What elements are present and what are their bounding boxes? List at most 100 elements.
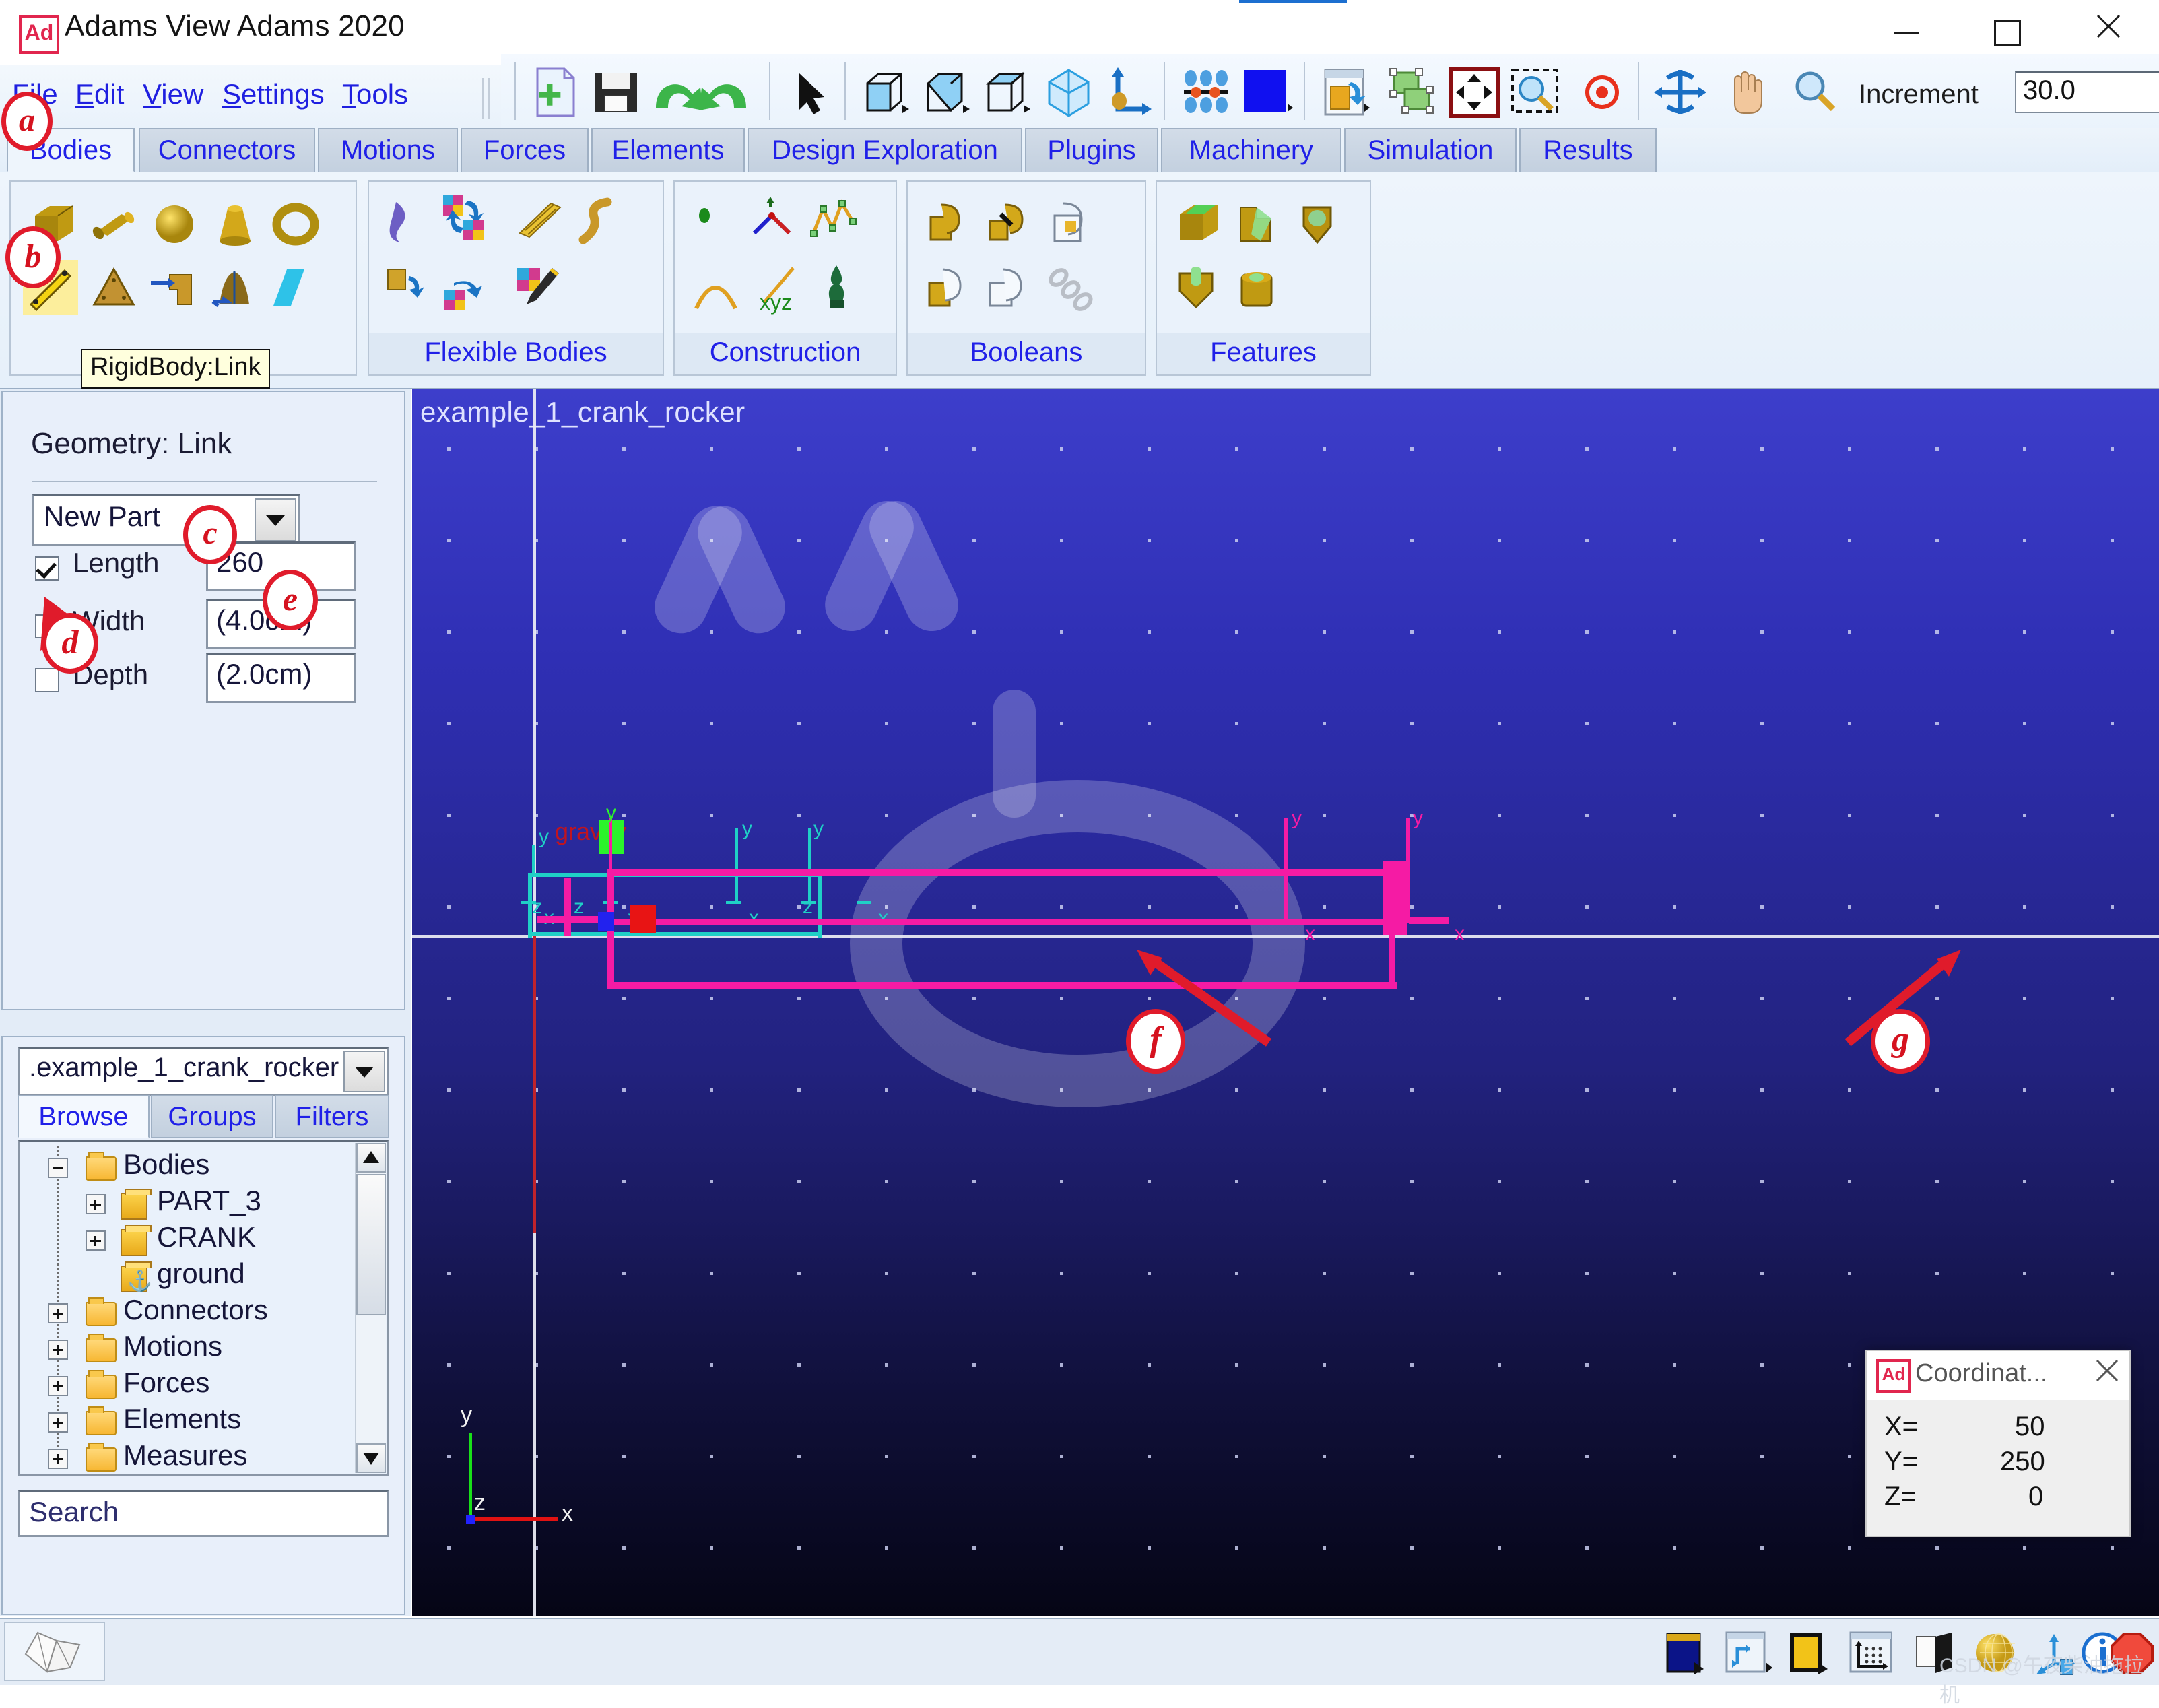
tree-scrollbar[interactable] bbox=[355, 1143, 386, 1473]
tab-results[interactable]: Results bbox=[1519, 128, 1657, 172]
tab-motions[interactable]: Motions bbox=[318, 128, 458, 172]
fillet-icon[interactable] bbox=[1234, 198, 1284, 248]
depth-input[interactable]: (2.0cm) bbox=[206, 653, 356, 703]
model-select-combo[interactable]: .example_1_crank_rocker bbox=[18, 1047, 389, 1096]
flex-spline-icon[interactable] bbox=[575, 197, 625, 247]
subtract-icon[interactable] bbox=[985, 264, 1034, 314]
new-file-icon[interactable] bbox=[529, 66, 582, 119]
shaded-geometry-icon[interactable] bbox=[4, 1622, 105, 1681]
csys-icon[interactable]: xyz bbox=[752, 265, 801, 315]
merge-icon[interactable] bbox=[985, 198, 1034, 248]
render-points-icon[interactable] bbox=[1180, 66, 1232, 119]
scroll-down-arrow[interactable] bbox=[356, 1443, 386, 1473]
menu-view[interactable]: View bbox=[143, 78, 203, 110]
model-tree-list[interactable]: Bodies PART_3 CRANK ⚓ ground Connectors … bbox=[18, 1140, 389, 1476]
tab-filters[interactable]: Filters bbox=[275, 1095, 389, 1138]
plane-icon[interactable] bbox=[271, 263, 321, 313]
tab-forces[interactable]: Forces bbox=[461, 128, 589, 172]
tab-elements[interactable]: Elements bbox=[591, 128, 745, 172]
tab-browse[interactable]: Browse bbox=[18, 1095, 150, 1138]
select-arrow-icon[interactable] bbox=[784, 66, 836, 119]
center-target-icon[interactable] bbox=[1576, 66, 1628, 119]
view-iso-icon[interactable] bbox=[1042, 66, 1095, 119]
spline-icon[interactable] bbox=[808, 194, 858, 244]
arc-icon[interactable] bbox=[691, 265, 741, 315]
chevron-down-icon[interactable] bbox=[255, 498, 296, 541]
marker-point-icon[interactable] bbox=[691, 199, 741, 249]
scroll-up-arrow[interactable] bbox=[356, 1143, 386, 1173]
flex-body-icon[interactable] bbox=[384, 197, 434, 247]
chamfer-icon[interactable] bbox=[1173, 198, 1223, 248]
chevron-down-icon[interactable] bbox=[343, 1051, 385, 1092]
extrusion-icon[interactable] bbox=[150, 263, 199, 313]
tab-design-exploration[interactable]: Design Exploration bbox=[748, 128, 1022, 172]
expand-icon[interactable] bbox=[48, 1449, 68, 1469]
rigid-to-flex-icon[interactable] bbox=[440, 193, 490, 242]
expand-icon[interactable] bbox=[86, 1230, 106, 1251]
torus-icon[interactable] bbox=[271, 199, 321, 249]
menu-settings[interactable]: Settings bbox=[222, 78, 325, 110]
menu-edit[interactable]: Edit bbox=[75, 78, 124, 110]
copy-objects-icon[interactable] bbox=[1387, 66, 1440, 119]
undo-redo-icon[interactable] bbox=[651, 66, 752, 119]
part-select-combo[interactable]: New Part bbox=[32, 494, 300, 546]
boss-icon[interactable] bbox=[1234, 264, 1284, 314]
translate-icon[interactable] bbox=[1448, 66, 1500, 119]
view-orient-icon[interactable] bbox=[1103, 66, 1156, 119]
tab-simulation[interactable]: Simulation bbox=[1344, 128, 1517, 172]
expand-icon[interactable] bbox=[48, 1340, 68, 1360]
increment-input[interactable]: 30.0 bbox=[2015, 71, 2159, 113]
ribbon-group-booleans: Booleans bbox=[906, 180, 1146, 376]
grid-icon[interactable] bbox=[1848, 1630, 1896, 1676]
zoom-box-icon[interactable] bbox=[1508, 66, 1561, 119]
toolbar-drag-handle[interactable] bbox=[482, 78, 490, 119]
pan-hand-icon[interactable] bbox=[1721, 66, 1774, 119]
view-side-icon[interactable] bbox=[921, 66, 974, 119]
flex-edit-icon[interactable] bbox=[514, 264, 564, 314]
tab-machinery[interactable]: Machinery bbox=[1161, 128, 1341, 172]
marker-display-icon[interactable] bbox=[1724, 1630, 1772, 1676]
save-icon[interactable] bbox=[590, 66, 642, 119]
revolution-icon[interactable] bbox=[210, 263, 260, 313]
sphere-icon[interactable] bbox=[150, 199, 199, 249]
expand-icon[interactable] bbox=[48, 1412, 68, 1433]
tab-plugins[interactable]: Plugins bbox=[1025, 128, 1158, 172]
discrete-flex-icon[interactable] bbox=[384, 264, 434, 314]
close-icon[interactable] bbox=[2094, 1358, 2120, 1390]
folder-icon bbox=[86, 1334, 117, 1362]
polyline-icon[interactable] bbox=[748, 195, 797, 245]
geometry-panel-title: Geometry: Link bbox=[31, 427, 232, 460]
expand-icon[interactable] bbox=[48, 1376, 68, 1396]
zoom-icon[interactable] bbox=[1789, 66, 1841, 119]
tab-connectors[interactable]: Connectors bbox=[139, 128, 315, 172]
flex-beam-icon[interactable] bbox=[514, 197, 564, 247]
scroll-thumb[interactable] bbox=[356, 1174, 386, 1315]
cylinder-icon[interactable] bbox=[89, 199, 139, 249]
background-color-icon[interactable] bbox=[1240, 66, 1293, 119]
unite-icon[interactable] bbox=[924, 198, 974, 248]
intersect-icon[interactable] bbox=[1045, 198, 1095, 248]
frustum-icon[interactable] bbox=[210, 199, 260, 249]
coordinate-dialog[interactable]: Ad Coordinat... X= 50 Y= 250 Z= 0 bbox=[1865, 1350, 2131, 1537]
search-input[interactable]: Search bbox=[18, 1490, 389, 1537]
render-mode-icon[interactable] bbox=[1662, 1630, 1710, 1676]
depth-checkbox[interactable] bbox=[35, 668, 59, 692]
menu-tools[interactable]: Tools bbox=[342, 78, 408, 110]
length-checkbox[interactable] bbox=[35, 556, 59, 581]
extrude-feature-icon[interactable] bbox=[1173, 264, 1223, 314]
cut-icon[interactable] bbox=[924, 264, 974, 314]
expand-icon[interactable] bbox=[48, 1303, 68, 1323]
plate-icon[interactable] bbox=[89, 263, 139, 313]
tab-groups[interactable]: Groups bbox=[151, 1095, 273, 1138]
hollow-icon[interactable] bbox=[1294, 198, 1344, 248]
window-layout-icon[interactable] bbox=[1320, 66, 1372, 119]
tree-icon[interactable] bbox=[812, 263, 862, 313]
collapse-icon[interactable] bbox=[48, 1158, 68, 1178]
part-color-icon[interactable] bbox=[1786, 1630, 1834, 1676]
view-front-icon[interactable] bbox=[861, 66, 913, 119]
rotate-icon[interactable] bbox=[1654, 66, 1706, 119]
flex-swap-icon[interactable] bbox=[440, 269, 490, 319]
view-top-icon[interactable] bbox=[982, 66, 1034, 119]
chain-icon[interactable] bbox=[1045, 264, 1095, 314]
expand-icon[interactable] bbox=[86, 1194, 106, 1214]
